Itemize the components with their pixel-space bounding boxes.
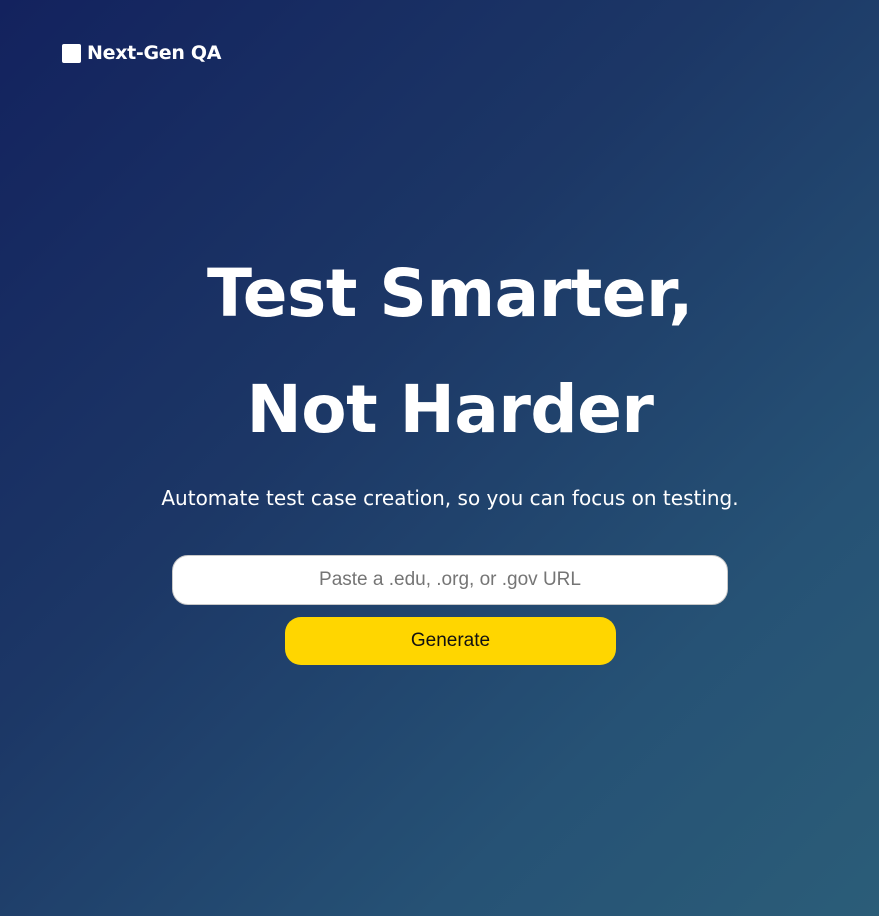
brand-logo[interactable]: Next-Gen QA: [62, 40, 222, 66]
square-logo-icon: [62, 43, 81, 63]
generate-button[interactable]: Generate: [285, 617, 616, 665]
hero-title: Test Smarter, Not Harder: [0, 236, 879, 468]
hero-title-line-2: Not Harder: [246, 371, 654, 448]
brand-name: Next-Gen QA: [87, 42, 222, 64]
hero-title-line-1: Test Smarter,: [207, 255, 693, 332]
url-input[interactable]: [172, 555, 728, 605]
hero-subtitle: Automate test case creation, so you can …: [161, 486, 739, 510]
